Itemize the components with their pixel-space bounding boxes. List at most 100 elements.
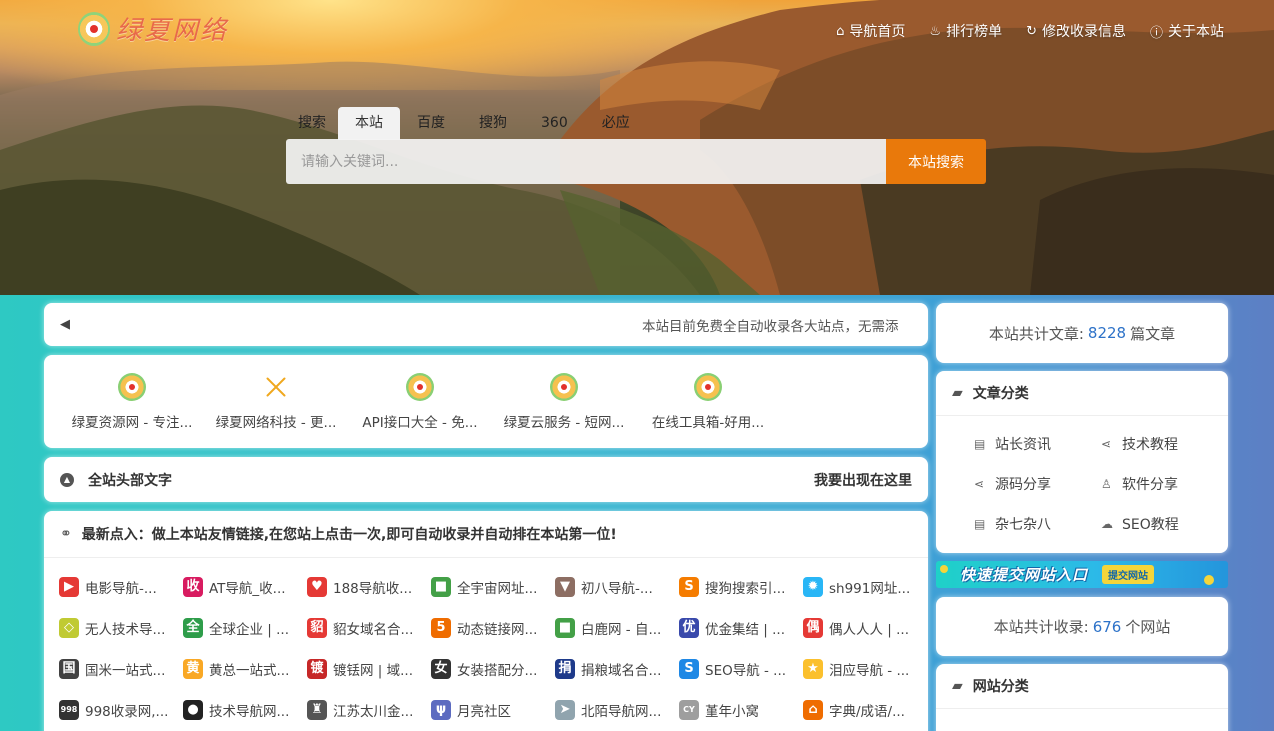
featured-item[interactable]: API接口大全 - 免... [348,373,492,448]
featured-item[interactable]: 绿夏网络科技 - 更... [204,373,348,448]
article-categories-header: ▰ 文章分类 [936,371,1228,416]
category-item[interactable]: ⋖ 技术教程 [1101,424,1228,464]
friend-links-grid: ▶ 电影导航-... 收 AT导航_收... ♥ 188导航收... ■ 全宇宙网址... ▼ 初… [44,558,928,730]
lvxia-logo-icon [694,373,722,401]
friend-link-item[interactable]: 黄黄总一站式... [183,648,307,689]
friend-link-label: AT导航_收... [209,580,286,597]
friend-link-item[interactable]: ψ 月亮社区 [431,689,555,730]
chevron-up-icon: ▲ [60,472,74,487]
site-favicon-icon: ψ [431,699,451,720]
featured-item[interactable]: 绿夏云服务 - 短网... [492,373,636,448]
tab-site[interactable]: 本站 [338,107,400,140]
site-favicon-icon: 捐 [555,658,575,679]
friend-link-item[interactable]: ⌂ 字典/成语/... [803,689,927,730]
category-item[interactable]: ⋖ 源码分享 [974,464,1101,504]
tab-360[interactable]: 360 [524,107,585,140]
site-favicon-icon: 貂 [307,617,327,638]
site-categories-card: ▰ 网站分类 [936,664,1228,731]
friend-link-item[interactable]: ▼ 初八导航-... [555,566,679,607]
top-nav: ⌂ 导航首页 ♨ 排行榜单 ↻ 修改收录信息 ⓘ 关于本站 [836,21,1224,41]
lvxia-logo-icon [550,373,578,401]
friend-link-item[interactable]: 5 动态链接网... [431,607,555,648]
friend-link-item[interactable]: 捐捐粮域名合... [555,648,679,689]
site-favicon-icon: 全 [183,617,203,638]
search-input[interactable] [286,139,886,184]
friend-link-item[interactable]: ◇ 无人技术导... [59,607,183,648]
nav-home[interactable]: ⌂ 导航首页 [836,21,905,41]
article-categories-list: ▤ 站长资讯 ⋖ 技术教程 ⋖ 源码分享 ♙ 软件分享 ▤ 杂七杂八 ☁ SEO教程 [936,416,1228,544]
friend-link-item[interactable]: 998 998收录网,... [59,689,183,730]
site-favicon-icon: 镀 [307,658,327,679]
tab-baidu[interactable]: 百度 [400,107,462,140]
folder-icon: ▰ [952,678,963,694]
thumbs-up-icon: ♙ [1101,477,1112,491]
banner-text: 快速提交网站入口 [960,566,1089,584]
friend-link-item[interactable]: ✹ sh991网址... [803,566,927,607]
friend-link-label: 搜狗搜索引... [705,580,786,597]
friend-link-item[interactable]: ♥ 188导航收... [307,566,431,607]
tab-sogou[interactable]: 搜狗 [462,107,524,140]
tab-bing[interactable]: 必应 [585,107,647,140]
friend-link-item[interactable]: 女女装搭配分... [431,648,555,689]
friend-link-item[interactable]: 貂貂女域名合... [307,607,431,648]
friend-link-item[interactable]: ● 技术导航网... [183,689,307,730]
site-favicon-icon: ▶ [59,576,79,597]
article-count-prefix: 本站共计文章: [988,324,1084,343]
article-count-suffix: 篇文章 [1130,324,1176,343]
site-count-suffix: 个网站 [1125,618,1171,636]
featured-label: 绿夏网络科技 - 更... [215,415,337,431]
info-icon: ⓘ [1149,25,1163,41]
site-favicon-icon: ▼ [555,576,575,597]
friend-link-item[interactable]: S 搜狗搜索引... [679,566,803,607]
friend-link-label: 偶人人人 | ... [829,621,910,638]
friend-link-item[interactable]: CY 堇年小窝 [679,689,803,730]
category-item[interactable]: ☁ SEO教程 [1101,504,1228,544]
home-icon: ⌂ [836,23,845,39]
nav-edit-listing[interactable]: ↻ 修改收录信息 [1026,21,1126,41]
friend-link-item[interactable]: 全全球企业 | ... [183,607,307,648]
friend-link-item[interactable]: ♜ 江苏太川金... [307,689,431,730]
notice-bar: ◀ 本站目前免费全自动收录各大站点，无需添 [44,303,928,346]
banner-decoration [1204,575,1214,585]
friend-link-item[interactable]: ▶ 电影导航-... [59,566,183,607]
featured-label: 绿夏资源网 - 专注... [71,415,193,431]
friend-link-item[interactable]: 优优金集结 | ... [679,607,803,648]
featured-item[interactable]: 绿夏资源网 - 专注... [60,373,204,448]
logo-text: 绿夏网络 [116,16,229,46]
share-icon: ⋖ [974,477,985,491]
nav-ranking[interactable]: ♨ 排行榜单 [929,21,1002,41]
friend-link-label: 国米一站式... [85,662,166,679]
newspaper-icon: ▤ [974,517,986,531]
friend-link-label: 黄总一站式... [209,662,290,679]
friend-link-label: 动态链接网... [457,621,538,638]
friend-links-header: ⚭ 最新点入：做上本站友情链接,在您站上点击一次,即可自动收录并自动排在本站第一… [44,511,928,558]
nav-label: 排行榜单 [946,24,1003,40]
appear-here-link[interactable]: 我要出现在这里 [814,470,912,490]
nav-about[interactable]: ⓘ 关于本站 [1150,21,1224,41]
search-button[interactable]: 本站搜索 [886,139,986,184]
site-favicon-icon: 黄 [183,658,203,679]
friend-link-item[interactable]: 镀镀铥网 | 域... [307,648,431,689]
friend-link-item[interactable]: 国国米一站式... [59,648,183,689]
submit-site-banner[interactable]: 快速提交网站入口 提交网站 [936,561,1228,588]
site-favicon-icon: S [679,658,699,679]
site-favicon-icon: 5 [431,617,451,638]
friend-link-item[interactable]: ➤ 北陌导航网... [555,689,679,730]
friend-link-label: 优金集结 | ... [705,621,786,638]
friend-link-item[interactable]: ★ 泪应导航 - ... [803,648,927,689]
newspaper-icon: ▤ [974,437,986,451]
friend-link-item[interactable]: 收 AT导航_收... [183,566,307,607]
article-count-card: 本站共计文章: 8228 篇文章 [936,303,1228,363]
category-label: 源码分享 [995,477,1051,493]
friend-link-item[interactable]: ■ 全宇宙网址... [431,566,555,607]
friend-link-item[interactable]: S SEO导航 - ... [679,648,803,689]
featured-item[interactable]: 在线工具箱-好用... [636,373,780,448]
friend-link-label: 北陌导航网... [581,703,662,720]
friend-link-item[interactable]: 偶偶人人人 | ... [803,607,927,648]
site-logo[interactable]: 绿夏网络 [78,10,228,47]
banner-badge: 提交网站 [1102,565,1155,584]
category-item[interactable]: ▤ 杂七杂八 [974,504,1101,544]
friend-link-item[interactable]: ■ 白鹿网 - 自... [555,607,679,648]
category-item[interactable]: ▤ 站长资讯 [974,424,1101,464]
category-item[interactable]: ♙ 软件分享 [1101,464,1228,504]
